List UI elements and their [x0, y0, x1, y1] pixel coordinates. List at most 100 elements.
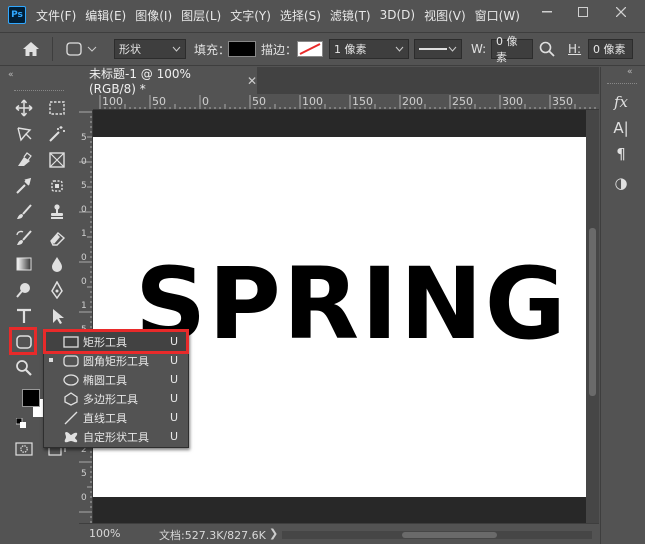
- rectangular-marquee-tool-icon[interactable]: [45, 96, 69, 120]
- status-bar: 100% 文档:527.3K/827.6K ❯: [79, 523, 599, 544]
- menu-select[interactable]: 选择(S): [280, 7, 321, 24]
- tool-mode-select[interactable]: 形状: [114, 39, 186, 59]
- link-dimensions-icon[interactable]: [539, 39, 555, 59]
- history-brush-tool-icon[interactable]: [12, 226, 36, 250]
- ruler-label: 0: [202, 95, 209, 108]
- gradient-tool-icon[interactable]: [12, 252, 36, 276]
- close-window-button[interactable]: [606, 0, 636, 24]
- document-size-info: 文档:527.3K/827.6K: [159, 529, 266, 542]
- chevron-down-icon: [395, 46, 404, 52]
- ruler-label: 200: [402, 95, 423, 108]
- stroke-type-select[interactable]: [414, 39, 462, 59]
- vertical-ruler[interactable]: 5050100150200250: [79, 110, 93, 523]
- menu-filter[interactable]: 滤镜(T): [330, 7, 371, 24]
- collapse-panel-icon[interactable]: «: [8, 70, 14, 80]
- eyedropper-tool-icon[interactable]: [12, 174, 36, 198]
- eraser-tool-icon[interactable]: [45, 226, 69, 250]
- foreground-color-swatch[interactable]: [22, 389, 40, 407]
- dodge-tool-icon[interactable]: [12, 278, 36, 302]
- active-tool-marker: [49, 358, 53, 362]
- stroke-width-field[interactable]: 1 像素: [329, 39, 409, 59]
- chevron-down-icon: [172, 46, 181, 52]
- clone-stamp-tool-icon[interactable]: [45, 200, 69, 224]
- fill-swatch[interactable]: [228, 39, 256, 59]
- rectangle-tool-item-highlight: [43, 329, 189, 354]
- flyout-item-custom-shape[interactable]: 自定形状工具 U: [44, 427, 188, 446]
- menu-edit[interactable]: 编辑(E): [85, 7, 126, 24]
- width-label: W:: [471, 42, 487, 56]
- path-selection-tool-icon[interactable]: [45, 304, 69, 328]
- ruler-label: 5: [81, 181, 87, 191]
- ruler-label: 300: [502, 95, 523, 108]
- tool-preset-picker[interactable]: [66, 39, 97, 59]
- rounded-rectangle-tool-highlight: [9, 327, 37, 355]
- chevron-down-icon: [448, 46, 457, 52]
- paragraph-panel-icon[interactable]: ¶: [609, 142, 633, 166]
- brush-tool-icon[interactable]: [12, 200, 36, 224]
- adjustments-panel-icon[interactable]: ◑: [609, 171, 633, 195]
- fill-label: 填充：: [194, 42, 231, 57]
- vertical-scrollbar-thumb[interactable]: [589, 228, 596, 396]
- menu-3d[interactable]: 3D(D): [380, 8, 415, 22]
- home-icon[interactable]: [22, 39, 40, 59]
- character-panel-icon[interactable]: A|: [609, 116, 633, 140]
- document-tab-bar: 未标题-1 @ 100%(RGB/8) * ✕: [79, 67, 599, 96]
- pen-tip-tool-icon[interactable]: [12, 148, 36, 172]
- menu-type[interactable]: 文字(Y): [230, 7, 271, 24]
- quick-mask-icon[interactable]: [15, 442, 33, 456]
- width-field[interactable]: 0 像素: [491, 35, 533, 64]
- ruler-label: 0: [81, 157, 87, 167]
- canvas-viewport[interactable]: SPRING: [93, 110, 586, 523]
- flyout-item-ellipse[interactable]: 椭圆工具 U: [44, 370, 188, 389]
- zoom-tool-icon[interactable]: [12, 356, 36, 380]
- expand-panel-icon[interactable]: «: [627, 67, 633, 77]
- horizontal-ruler[interactable]: 10050050100150200250300350400450: [93, 95, 599, 110]
- menu-file[interactable]: 文件(F): [36, 7, 76, 24]
- lasso-tool-icon[interactable]: [12, 122, 36, 146]
- ruler-label: 5: [81, 133, 87, 143]
- options-bar: 形状 填充： 描边： 1 像素 W: 0 像素 H: 0 像素: [0, 32, 645, 66]
- menu-view[interactable]: 视图(V): [424, 7, 466, 24]
- ruler-label: 0: [81, 253, 87, 263]
- magic-wand-tool-icon[interactable]: [45, 122, 69, 146]
- zoom-level[interactable]: 100%: [89, 527, 120, 540]
- blur-tool-icon[interactable]: [45, 252, 69, 276]
- type-tool-icon[interactable]: [12, 304, 36, 328]
- horizontal-scrollbar-thumb[interactable]: [402, 532, 497, 538]
- default-colors-icon[interactable]: [15, 417, 26, 428]
- ruler-label: 100: [302, 95, 323, 108]
- line-icon: [63, 411, 79, 425]
- ellipse-icon: [63, 373, 79, 387]
- stroke-swatch[interactable]: [297, 39, 323, 59]
- minimize-button[interactable]: [532, 0, 562, 24]
- right-panel-dock: « fx A| ¶ ◑: [600, 67, 645, 544]
- ruler-origin[interactable]: [79, 95, 93, 110]
- ruler-label: 50: [252, 95, 266, 108]
- status-menu-arrow-icon[interactable]: ❯: [269, 527, 278, 540]
- flyout-item-polygon[interactable]: 多边形工具 U: [44, 389, 188, 408]
- styles-panel-icon[interactable]: fx: [609, 90, 633, 114]
- close-tab-icon[interactable]: ✕: [247, 74, 257, 88]
- flyout-item-line[interactable]: 直线工具 U: [44, 408, 188, 427]
- spot-healing-brush-tool-icon[interactable]: [45, 174, 69, 198]
- horizontal-scrollbar[interactable]: [282, 531, 592, 539]
- height-field[interactable]: 0 像素: [588, 39, 633, 59]
- photoshop-logo: Ps: [8, 6, 26, 24]
- move-tool-icon[interactable]: [12, 96, 36, 120]
- menu-layer[interactable]: 图层(L): [181, 7, 221, 24]
- ruler-label: 1: [81, 229, 87, 239]
- chevron-down-icon: [87, 46, 97, 52]
- ruler-label: 1: [81, 301, 87, 311]
- canvas-text-layer[interactable]: SPRING: [135, 255, 568, 354]
- frame-tool-icon[interactable]: [45, 148, 69, 172]
- maximize-button[interactable]: [568, 0, 598, 24]
- ruler-label: 350: [552, 95, 573, 108]
- menu-window[interactable]: 窗口(W): [475, 7, 520, 24]
- menu-image[interactable]: 图像(I): [135, 7, 172, 24]
- ruler-label: 100: [102, 95, 123, 108]
- document-tab[interactable]: 未标题-1 @ 100%(RGB/8) * ✕: [79, 67, 257, 96]
- ruler-label: 5: [81, 469, 87, 479]
- vertical-scrollbar[interactable]: [586, 110, 599, 523]
- pen-tool-icon[interactable]: [45, 278, 69, 302]
- ruler-label: 50: [152, 95, 166, 108]
